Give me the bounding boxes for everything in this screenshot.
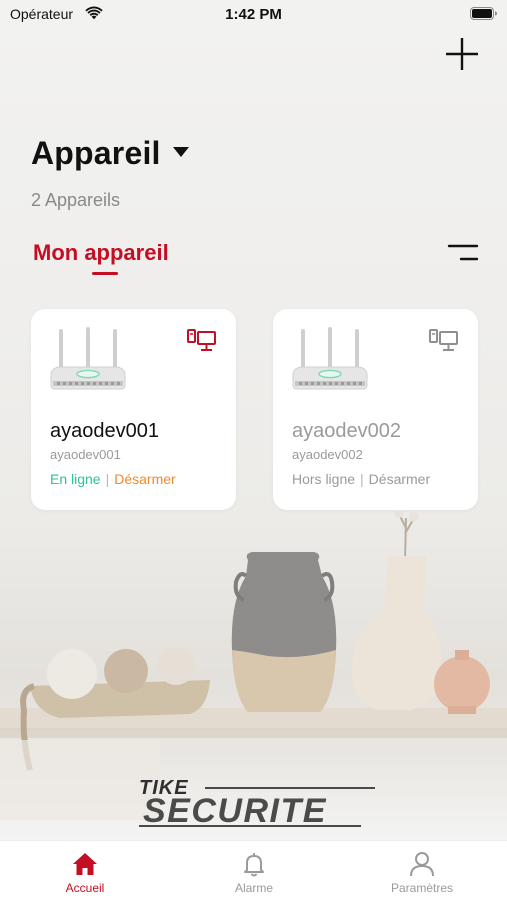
arm-state-label: Désarmer xyxy=(368,471,431,487)
nav-accueil[interactable]: Accueil xyxy=(20,841,150,900)
svg-text:SECURITE: SECURITE xyxy=(143,792,327,830)
status-time: 1:42 PM xyxy=(225,6,282,23)
status-online-label: En ligne xyxy=(50,471,101,487)
nav-label: Paramètres xyxy=(390,881,454,895)
tab-my-device[interactable]: Mon appareil xyxy=(33,240,169,266)
arm-state-label: Désarmer xyxy=(114,471,176,487)
device-status-row: En ligne | Désarmer xyxy=(50,471,176,487)
status-offline-label: Hors ligne xyxy=(292,471,356,487)
status-bar: Opérateur 1:42 PM xyxy=(0,0,507,30)
nav-parametres[interactable]: Paramètres xyxy=(357,841,487,900)
connection-online-icon xyxy=(187,329,216,351)
router-icon xyxy=(50,327,126,390)
brand-logo: TIKE SECURITE xyxy=(139,777,375,830)
device-subtitle: ayaodev001 xyxy=(50,447,121,462)
device-name: ayaodev002 xyxy=(292,420,401,442)
router-icon xyxy=(292,327,368,390)
caret-down-icon[interactable] xyxy=(172,145,190,159)
nav-label: Accueil xyxy=(65,881,105,895)
device-name: ayaodev001 xyxy=(50,420,159,442)
device-card-ayaodev001[interactable]: ayaodev001 ayaodev001 En ligne | Désarmer xyxy=(31,309,236,510)
connection-offline-icon xyxy=(429,329,458,351)
device-status-row: Hors ligne | Désarmer xyxy=(292,471,430,487)
battery-icon xyxy=(470,7,497,20)
device-subtitle: ayaodev002 xyxy=(292,447,363,462)
nav-alarme[interactable]: Alarme xyxy=(189,841,319,900)
plus-icon[interactable] xyxy=(444,36,480,72)
device-card-ayaodev002[interactable]: ayaodev002 ayaodev002 Hors ligne | Désarme… xyxy=(273,309,478,510)
page-title[interactable]: Appareil xyxy=(31,135,161,172)
bottom-tab-bar: Accueil Alarme Paramètres xyxy=(0,840,507,900)
status-separator: | xyxy=(360,471,364,487)
filter-lines-icon[interactable] xyxy=(447,242,479,264)
tab-active-indicator xyxy=(92,272,118,275)
device-count: 2 Appareils xyxy=(31,190,121,210)
status-separator: | xyxy=(105,471,110,487)
nav-label: Alarme xyxy=(234,881,273,895)
bell-icon xyxy=(244,853,264,877)
user-icon xyxy=(410,852,434,877)
home-icon xyxy=(73,853,97,875)
